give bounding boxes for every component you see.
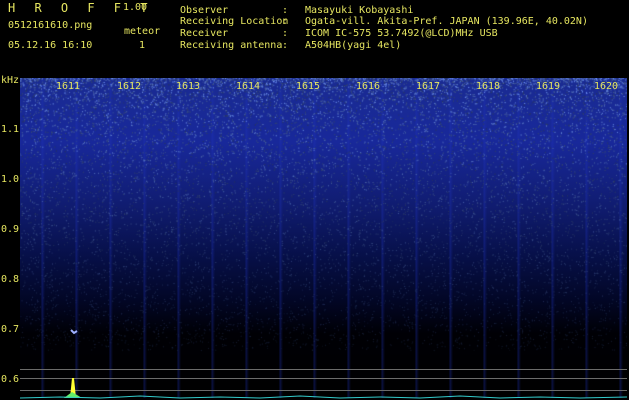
noise-floor <box>19 395 628 399</box>
meteor-echo <box>70 329 78 335</box>
signal-overlay <box>19 329 628 399</box>
